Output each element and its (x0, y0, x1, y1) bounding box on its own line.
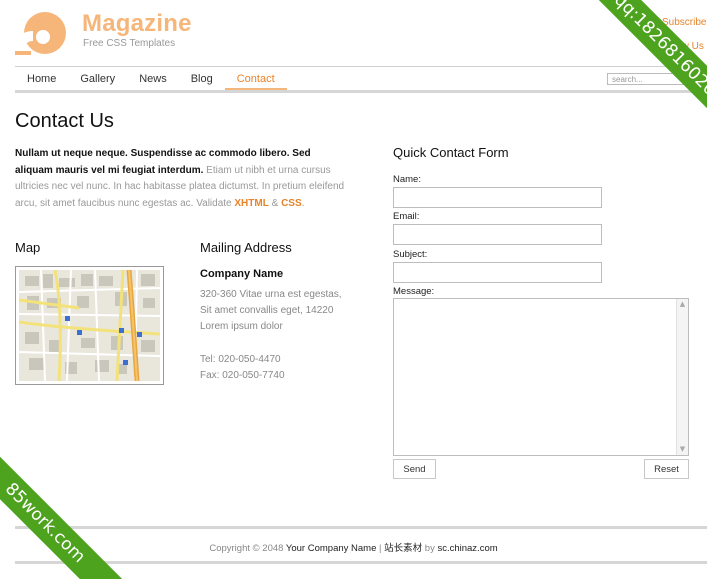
map-graphic (19, 270, 160, 381)
cn-site-link[interactable]: 站长素材 (384, 543, 422, 554)
subject-input[interactable] (393, 262, 602, 283)
scroll-up-icon[interactable]: ▲ (677, 299, 688, 310)
css-link[interactable]: CSS (281, 198, 302, 209)
nav-item-blog[interactable]: Blog (179, 67, 225, 90)
mailing-address-heading: Mailing Address (200, 240, 292, 255)
nav-bottom-border (15, 90, 707, 93)
footer: Copyright © 2048 Your Company Name | 站长素… (0, 540, 707, 554)
subject-label: Subject: (393, 249, 428, 260)
map-heading: Map (15, 240, 41, 255)
logo-subtitle: Free CSS Templates (83, 38, 176, 49)
fax: Fax: 020-050-7740 (200, 370, 285, 381)
message-label: Message: (393, 286, 435, 297)
chinaz-link[interactable]: sc.chinaz.com (437, 543, 497, 554)
xhtml-link[interactable]: XHTML (234, 198, 268, 209)
page-title: Contact Us (15, 110, 114, 132)
email-input[interactable] (393, 224, 602, 245)
email-label: Email: (393, 211, 420, 222)
footer-by: by (422, 543, 438, 554)
telephone: Tel: 020-050-4470 (200, 354, 281, 365)
copyright-text: Copyright © 2048 (209, 543, 286, 554)
main-nav: Home Gallery News Blog Contact (15, 67, 287, 90)
address-line-1: 320-360 Vitae urna est egestas, (200, 289, 342, 300)
subscribe-link[interactable]: Subscribe (662, 17, 706, 28)
contact-form-heading: Quick Contact Form (393, 145, 509, 160)
message-textarea[interactable] (394, 299, 676, 455)
nav-item-news[interactable]: News (127, 67, 179, 90)
address-line-3: Lorem ipsum dolor (200, 321, 283, 332)
address-line-2: Sit amet convallis eget, 14220 (200, 305, 334, 316)
message-scrollbar[interactable]: ▲ ▼ (676, 299, 688, 455)
scroll-down-icon[interactable]: ▼ (677, 444, 688, 455)
name-label: Name: (393, 174, 421, 185)
company-link[interactable]: Your Company Name (286, 543, 376, 554)
nav-item-home[interactable]: Home (15, 67, 68, 90)
intro-period: . (301, 197, 305, 209)
reset-button[interactable]: Reset (644, 459, 689, 479)
nav-item-gallery[interactable]: Gallery (68, 67, 127, 90)
footer-top-border (15, 526, 707, 529)
logo-title[interactable]: Magazine (82, 10, 192, 38)
footer-bottom-border (15, 561, 707, 564)
send-button[interactable]: Send (393, 459, 436, 479)
intro-paragraph: Nullam ut neque neque. Suspendisse ac co… (15, 146, 347, 212)
watermark-ribbon-bottom: 85work.com (0, 445, 123, 579)
company-name: Company Name (200, 268, 284, 280)
magazine-logo-icon[interactable] (15, 11, 71, 55)
nav-item-contact[interactable]: Contact (224, 67, 287, 90)
message-box: ▲ ▼ (393, 298, 689, 456)
name-input[interactable] (393, 187, 602, 208)
intro-amp: & (268, 197, 282, 209)
footer-separator: | (376, 543, 385, 554)
map-image[interactable] (15, 266, 164, 385)
